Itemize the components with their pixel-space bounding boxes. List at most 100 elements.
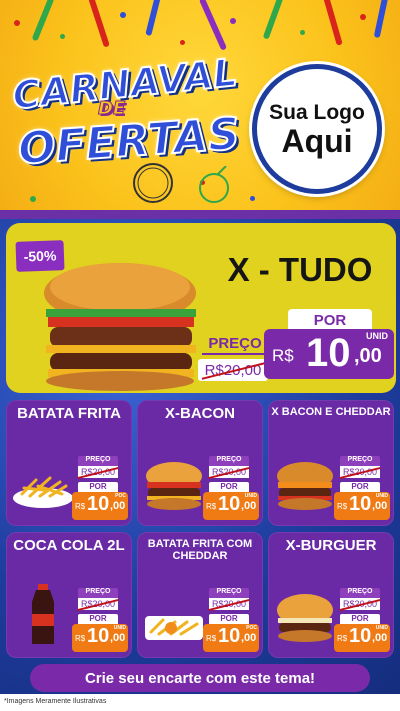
streamer-decoration: [145, 0, 161, 37]
product-name: X-BACON: [165, 405, 235, 422]
price-unit: UNID: [244, 493, 257, 499]
new-price-label: POR: [209, 614, 249, 624]
price-unit: POC: [115, 493, 126, 499]
price-currency: R$: [272, 346, 294, 365]
confetti-decoration: [180, 40, 185, 45]
old-price-value: R$20,00: [204, 361, 262, 379]
product-name: X BACON E CHEDDAR: [271, 406, 391, 418]
old-price-label: PREÇO: [209, 456, 249, 466]
new-price: R$ 10 ,00 UNID: [264, 329, 394, 379]
streamer-decoration: [88, 0, 110, 48]
streamer-decoration: [262, 0, 284, 40]
price-integer: 10: [306, 331, 351, 375]
price-integer: 10: [87, 625, 110, 647]
product-card-batata-frita[interactable]: BATATA FRITA PREÇO R$20,00 POR R$ 10 ,00…: [6, 400, 132, 526]
new-price: R$ 10 ,00 POC: [72, 492, 128, 520]
carnival-title: CARNAVAL DE OFERTAS: [6, 49, 246, 192]
price-currency: R$: [75, 502, 86, 511]
product-name: BATATA FRITA: [17, 405, 121, 422]
product-name: X-BURGUER: [285, 537, 377, 554]
price-currency: R$: [75, 634, 86, 643]
header-banner: CARNAVAL DE OFERTAS Sua Logo Aqui: [0, 0, 400, 216]
confetti-decoration: [60, 34, 65, 39]
product-name: COCA COLA 2L: [13, 537, 125, 554]
new-price: R$ 10 ,00 UNID: [72, 624, 128, 652]
price-integer: 10: [218, 625, 241, 647]
old-price-value: R$20,00: [342, 599, 378, 609]
price-cents: ,00: [110, 500, 126, 512]
new-price-label: POR: [209, 482, 249, 492]
price-currency: R$: [337, 502, 348, 511]
product-card-x-burguer[interactable]: X-BURGUER PREÇO R$20,00 POR R$ 10 ,00 UN…: [268, 532, 394, 658]
new-price: R$ 10 ,00 UNID: [334, 492, 390, 520]
old-price-value: R$20,00: [342, 467, 378, 477]
streamer-decoration: [323, 0, 343, 46]
old-price-label: PREÇO: [78, 588, 118, 598]
fries-image: [13, 476, 73, 508]
price-unit: UNID: [366, 331, 388, 341]
old-price-label: PREÇO: [340, 456, 380, 466]
new-price: R$ 10 ,00 POC: [203, 624, 259, 652]
title-line-3: OFERTAS: [15, 107, 242, 175]
confetti-decoration: [14, 20, 20, 26]
product-card-x-bacon-cheddar[interactable]: X BACON E CHEDDAR PREÇO R$20,00 POR R$ 1…: [268, 400, 394, 526]
fries-cheddar-image: [145, 616, 203, 640]
old-price: R$20,00: [78, 598, 118, 610]
confetti-decoration: [300, 30, 305, 35]
price-cents: ,00: [372, 632, 388, 644]
old-price: R$20,00: [340, 598, 380, 610]
streamer-decoration: [373, 0, 389, 39]
burger-image: [277, 594, 333, 642]
confetti-decoration: [360, 14, 366, 20]
confetti-decoration: [30, 196, 36, 202]
price-integer: 10: [349, 625, 372, 647]
price-integer: 10: [218, 493, 241, 515]
burger-image: [44, 263, 196, 391]
featured-product-name: X - TUDO: [227, 251, 373, 288]
logo-placeholder[interactable]: Sua Logo Aqui: [252, 64, 382, 194]
price-currency: R$: [206, 634, 217, 643]
old-price-label: PREÇO: [340, 588, 380, 598]
burger-image: [146, 462, 202, 510]
confetti-decoration: [120, 12, 126, 18]
price-cents: ,00: [372, 500, 388, 512]
logo-text-line-2: Aqui: [281, 123, 353, 159]
old-price-label: PREÇO: [202, 335, 268, 355]
featured-product-card[interactable]: -50% X - TUDO PREÇO R$20,00 POR R$ 10 ,0…: [6, 223, 396, 393]
discount-badge: -50%: [15, 240, 65, 272]
new-price: R$ 10 ,00 UNID: [334, 624, 390, 652]
product-card-coca-cola[interactable]: COCA COLA 2L PREÇO R$20,00 POR R$ 10 ,00…: [6, 532, 132, 658]
old-price: R$20,00: [78, 466, 118, 478]
price-cents: ,00: [241, 500, 257, 512]
confetti-decoration: [230, 18, 236, 24]
new-price-label: POR: [340, 614, 380, 624]
header-divider: [0, 210, 400, 219]
logo-text-line-1: Sua Logo: [269, 101, 365, 124]
old-price: R$20,00: [209, 598, 249, 610]
cta-banner[interactable]: Crie seu encarte com este tema!: [30, 664, 370, 692]
price-unit: POC: [246, 625, 257, 631]
price-cents: ,00: [110, 632, 126, 644]
price-unit: UNID: [113, 625, 126, 631]
price-currency: R$: [337, 634, 348, 643]
price-integer: 10: [349, 493, 372, 515]
old-price-label: PREÇO: [209, 588, 249, 598]
streamer-decoration: [198, 0, 228, 51]
new-price-label: POR: [78, 614, 118, 624]
old-price-value: R$20,00: [80, 467, 116, 477]
new-price-label: POR: [78, 482, 118, 492]
price-integer: 10: [87, 493, 110, 515]
old-price-value: R$20,00: [211, 599, 247, 609]
price-cents: ,00: [354, 345, 382, 367]
soda-bottle-image: [32, 584, 54, 644]
price-cents: ,00: [241, 632, 257, 644]
price-currency: R$: [206, 502, 217, 511]
new-price-label: POR: [340, 482, 380, 492]
product-card-x-bacon[interactable]: X-BACON PREÇO R$20,00 POR R$ 10 ,00 UNID: [137, 400, 263, 526]
old-price: R$20,00: [209, 466, 249, 478]
product-name: BATATA FRITA COM CHEDDAR: [147, 538, 253, 563]
old-price: R$20,00: [340, 466, 380, 478]
new-price: R$ 10 ,00 UNID: [203, 492, 259, 520]
old-price: R$20,00: [198, 359, 268, 381]
product-card-batata-cheddar[interactable]: BATATA FRITA COM CHEDDAR PREÇO R$20,00 P…: [137, 532, 263, 658]
